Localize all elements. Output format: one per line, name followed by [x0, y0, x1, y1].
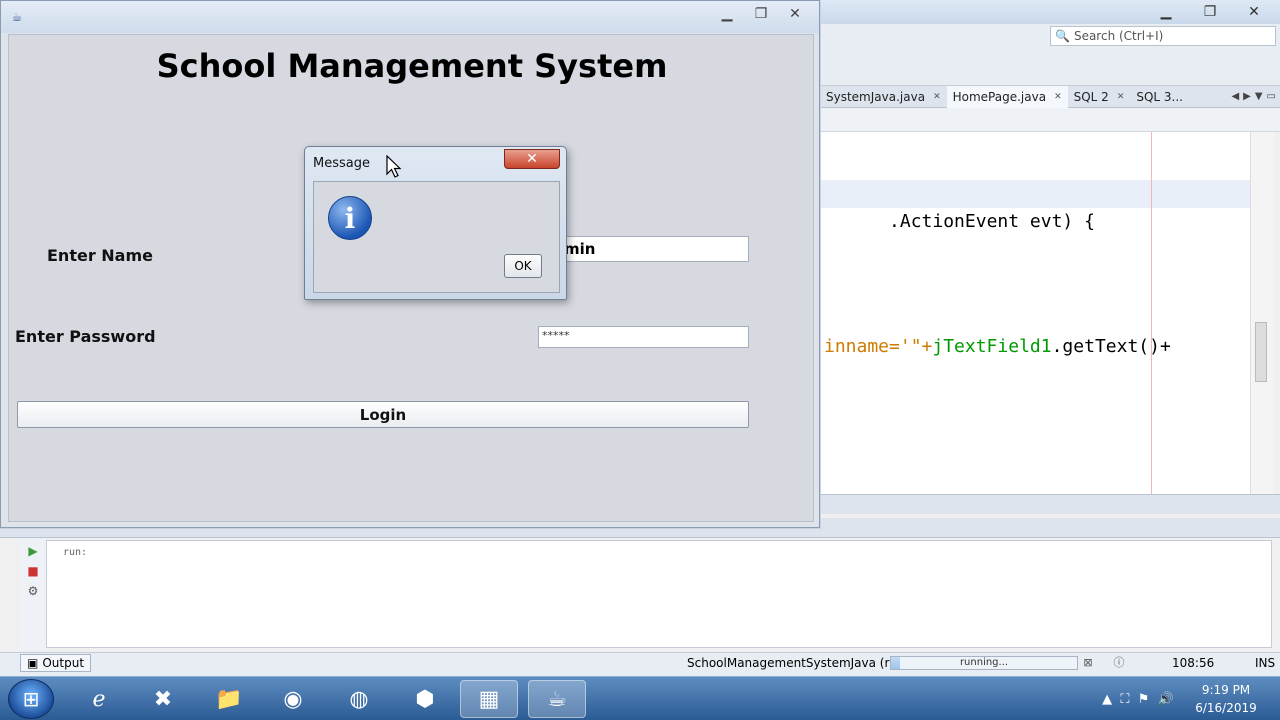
editor-bottom-bar	[820, 494, 1280, 514]
scrollbar-thumb[interactable]	[1255, 322, 1267, 382]
chevron-down-icon[interactable]: ▼	[1255, 91, 1263, 102]
show-hidden-icons-icon[interactable]: ▲	[1102, 692, 1112, 707]
chevron-left-icon[interactable]: ◀	[1231, 91, 1239, 102]
output-text: run:	[63, 547, 88, 558]
rerun-icon[interactable]: ▶	[26, 544, 40, 558]
string-literal: inname='"+	[824, 336, 933, 357]
page-title: School Management System	[156, 47, 668, 85]
method-call: .getText()+	[1051, 336, 1171, 357]
windows-taskbar: ⊞ ℯ ✖ 📁 ◉ ◍ ⬢ ▦ ☕ ▲ ⛶ ⚑ 🔊 9:19 PM 6/16/2…	[0, 676, 1280, 720]
password-field[interactable]: *****	[538, 326, 749, 348]
system-tray: ▲ ⛶ ⚑ 🔊	[1098, 677, 1178, 720]
identifier: jTextField1	[932, 336, 1052, 357]
cancel-task-icon[interactable]: ⊠	[1081, 655, 1095, 669]
file-explorer-icon[interactable]: 📁	[200, 680, 258, 718]
app-maximize-button[interactable]: ❐	[745, 3, 777, 25]
code-line: inname='"+jTextField1.getText()+	[824, 336, 1171, 357]
close-icon[interactable]: ✕	[1117, 92, 1125, 102]
ide-titlebar: ▁ ❐ ✕	[820, 0, 1280, 24]
tab-label: SQL 2	[1073, 89, 1109, 104]
tab-systemjava[interactable]: SystemJava.java ✕	[820, 86, 947, 108]
tab-navigation: ◀ ▶ ▼ ▭	[1231, 91, 1280, 102]
internet-explorer-icon[interactable]: ℯ	[70, 680, 128, 718]
clock-time: 9:19 PM	[1201, 683, 1251, 697]
ide-search-placeholder: Search (Ctrl+I)	[1073, 29, 1164, 43]
info-icon: i	[328, 196, 372, 240]
close-icon[interactable]: ✕	[1054, 92, 1062, 102]
stop-icon[interactable]: ■	[26, 564, 40, 578]
output-window-icon: ▣	[27, 656, 39, 670]
insert-mode: INS	[1255, 656, 1276, 670]
clock-date: 6/16/2019	[1195, 701, 1257, 715]
restore-window-icon[interactable]: ▭	[1267, 91, 1276, 102]
progress-label: running...	[959, 657, 1009, 668]
chevron-right-icon[interactable]: ▶	[1243, 91, 1251, 102]
java-icon[interactable]: ☕	[528, 680, 586, 718]
network-icon[interactable]: ⛶	[1120, 692, 1129, 707]
app-window-controls: ▁ ❐ ✕	[711, 3, 811, 25]
dialog-close-button[interactable]: ✕	[504, 149, 560, 169]
code-line: .ActionEvent evt) {	[820, 180, 1250, 232]
ok-button[interactable]: OK	[504, 254, 542, 278]
notifications-icon[interactable]: ⓘ	[1112, 655, 1126, 669]
output-console[interactable]: run:	[46, 540, 1272, 648]
ide-close-button[interactable]: ✕	[1234, 2, 1274, 22]
editor-tabs: SystemJava.java ✕ HomePage.java ✕ SQL 2 …	[820, 85, 1280, 108]
tab-label: SystemJava.java	[826, 89, 926, 104]
name-label: Enter Name	[47, 246, 153, 265]
message-dialog: Message ✕ i OK	[304, 146, 567, 300]
password-label: Enter Password	[15, 327, 156, 346]
firefox-icon[interactable]: ◍	[330, 680, 388, 718]
output-actions: ▶ ■ ⚙	[20, 538, 46, 650]
status-project: SchoolManagementSystemJava (run)	[687, 656, 910, 670]
ide-search-box[interactable]: 🔍 Search (Ctrl+I)	[1050, 26, 1276, 46]
chrome-icon[interactable]: ◉	[264, 680, 322, 718]
volume-icon[interactable]: 🔊	[1158, 692, 1174, 707]
search-icon: 🔍	[1055, 29, 1070, 43]
app-titlebar[interactable]: ☕ ▁ ❐ ✕	[1, 1, 819, 33]
ide-window-controls: ▁ ❐ ✕	[1146, 2, 1274, 22]
editor-scrollbar[interactable]	[1250, 132, 1274, 494]
run-progress-bar: running...	[890, 656, 1078, 670]
editor-toolbar	[820, 108, 1280, 132]
code-editor[interactable]: .ActionEvent evt) { inname='"+jTextField…	[820, 132, 1250, 494]
output-tab[interactable]: ▣ Output	[20, 654, 92, 672]
xampp-icon[interactable]: ✖	[134, 680, 192, 718]
tab-homepage[interactable]: HomePage.java ✕	[946, 85, 1068, 108]
start-button[interactable]: ⊞	[8, 679, 54, 719]
tab-label: SQL 3...	[1136, 89, 1183, 104]
tab-sql-2[interactable]: SQL 2 ✕	[1068, 86, 1131, 108]
media-icon[interactable]: ▦	[460, 680, 518, 718]
virtualbox-icon[interactable]: ⬢	[396, 680, 454, 718]
dialog-title: Message	[313, 156, 370, 171]
caret-position: 108:56	[1172, 656, 1215, 670]
login-button[interactable]: Login	[17, 401, 749, 428]
close-icon[interactable]: ✕	[933, 92, 941, 102]
mouse-cursor-icon	[386, 155, 402, 178]
dialog-body: i OK	[313, 181, 560, 293]
taskbar-clock[interactable]: 9:19 PM 6/16/2019	[1180, 681, 1272, 717]
name-field[interactable]: min	[557, 236, 749, 262]
ide-maximize-button[interactable]: ❐	[1190, 2, 1230, 22]
code-text: .ActionEvent evt) {	[889, 211, 1095, 232]
action-center-icon[interactable]: ⚑	[1138, 692, 1150, 707]
tab-sql-3[interactable]: SQL 3...	[1130, 86, 1189, 108]
ide-minimize-button[interactable]: ▁	[1146, 2, 1186, 22]
output-tab-label: Output	[42, 656, 85, 670]
settings-icon[interactable]: ⚙	[26, 584, 40, 598]
app-close-button[interactable]: ✕	[779, 3, 811, 25]
app-minimize-button[interactable]: ▁	[711, 3, 743, 25]
right-margin-guide	[1151, 132, 1152, 494]
tab-label: HomePage.java	[952, 89, 1047, 104]
java-icon: ☕	[11, 10, 23, 24]
